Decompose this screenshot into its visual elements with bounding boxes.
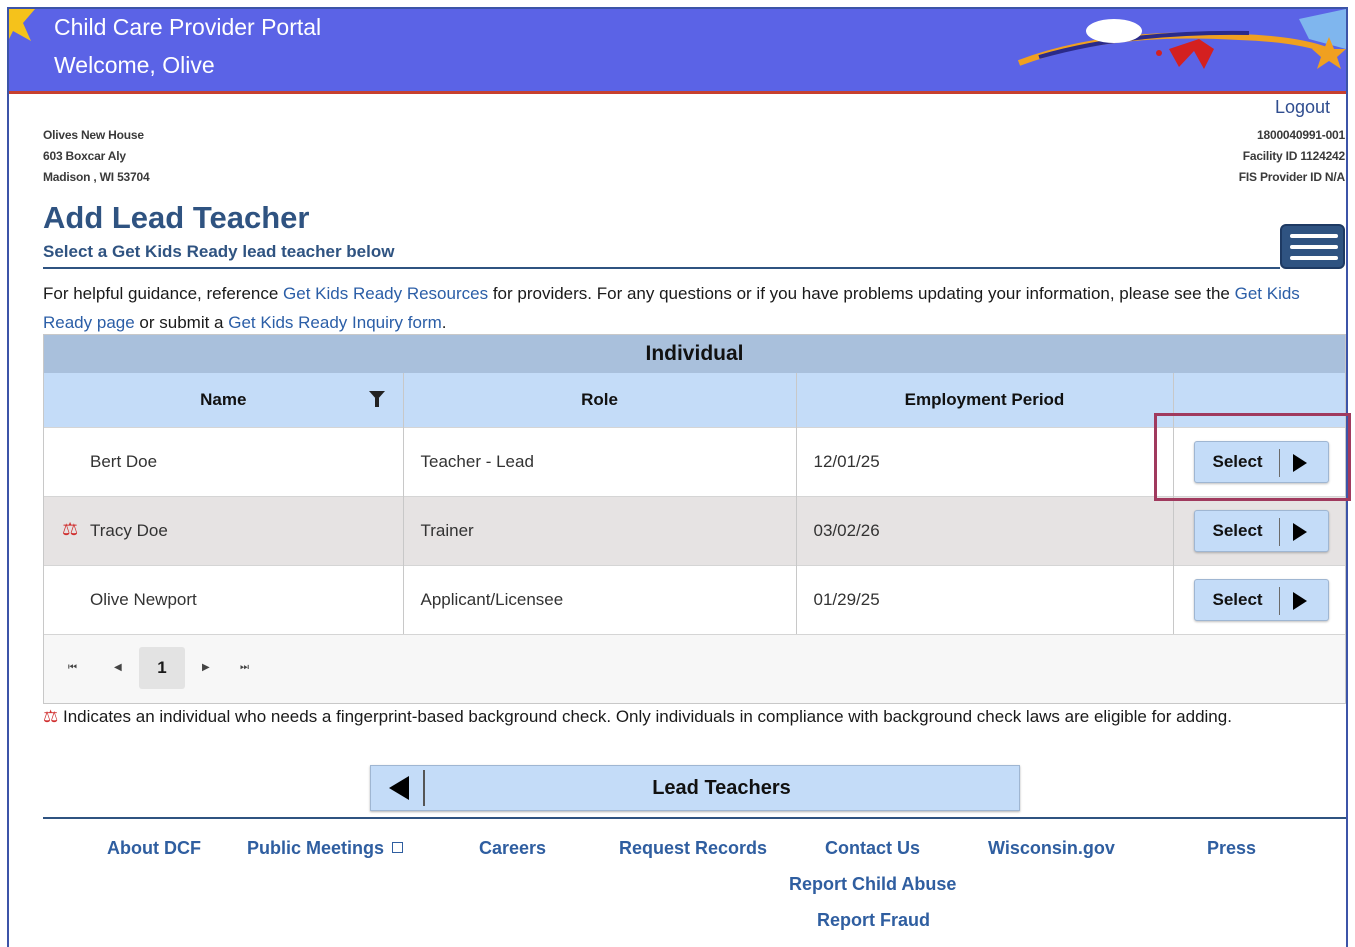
column-header-employment-period[interactable]: Employment Period <box>796 373 1174 428</box>
facility-id: Facility ID 1124242 <box>1242 149 1345 163</box>
column-label: Employment Period <box>904 390 1065 409</box>
portal-banner: Child Care Provider Portal Welcome, Oliv… <box>9 9 1346 94</box>
menu-bar <box>1290 256 1338 260</box>
welcome-text: Welcome, Olive <box>54 52 215 78</box>
cell-employment-period: 12/01/25 <box>796 427 1174 497</box>
page-title: Add Lead Teacher <box>43 200 310 235</box>
sun-shape <box>9 9 35 41</box>
cell-name: Olive Newport <box>44 565 404 634</box>
lead-teachers-back-button[interactable]: Lead Teachers <box>370 765 1020 811</box>
page-subtitle: Select a Get Kids Ready lead teacher bel… <box>43 242 395 261</box>
portal-title: Child Care Provider Portal <box>54 14 322 40</box>
provider-city: Madison , WI 53704 <box>43 170 150 184</box>
column-label: Role <box>581 390 618 409</box>
menu-bar <box>1290 245 1338 249</box>
back-button-label: Lead Teachers <box>652 777 791 799</box>
individual-grid: Individual Name Role Employment Period B… <box>43 334 1346 704</box>
table-header-row: Name Role Employment Period <box>44 373 1345 428</box>
table-row: ⚖ Tracy Doe Trainer 03/02/26 Select <box>44 496 1345 566</box>
cell-role: Applicant/Licensee <box>403 565 797 634</box>
cell-action: Select <box>1173 565 1345 634</box>
last-page-icon[interactable]: ⏭ <box>240 662 249 673</box>
get-kids-ready-resources-link[interactable]: Get Kids Ready Resources <box>283 284 488 303</box>
title-divider <box>43 267 1280 269</box>
intro-text: For helpful guidance, reference Get Kids… <box>43 279 1303 337</box>
cell-role: Teacher - Lead <box>403 427 797 497</box>
cell-name: Bert Doe <box>44 427 404 497</box>
footer-link-press[interactable]: Press <box>1207 838 1256 859</box>
provider-number: 1800040991-001 <box>1257 128 1345 142</box>
table-row: Olive Newport Applicant/Licensee 01/29/2… <box>44 565 1345 634</box>
select-label: Select <box>1212 590 1263 609</box>
intro-part: For helpful guidance, reference <box>43 284 284 303</box>
footer-link-careers[interactable]: Careers <box>479 838 546 859</box>
fingerprint-check-icon: ⚖ <box>43 707 59 726</box>
back-arrow-icon <box>389 776 409 800</box>
play-arrow-icon <box>1292 523 1307 541</box>
grid-caption: Individual <box>44 335 1345 373</box>
provider-address: Olives New House 603 Boxcar Aly Madison … <box>43 125 150 188</box>
get-kids-ready-inquiry-form-link[interactable]: Get Kids Ready Inquiry form <box>228 313 442 332</box>
select-highlight-box <box>1154 413 1351 501</box>
menu-bar <box>1290 234 1338 238</box>
next-page-icon[interactable]: ▶ <box>202 662 210 673</box>
intro-part: . <box>441 313 447 332</box>
select-button[interactable]: Select <box>1193 579 1329 621</box>
grid-pager: ⏮ ◀ 1 ▶ ⏭ <box>44 634 1345 703</box>
footer-link-about-dcf[interactable]: About DCF <box>107 838 201 859</box>
column-label: Name <box>200 390 247 409</box>
provider-ids: 1800040991-001 Facility ID 1124242 FIS P… <box>1239 125 1345 188</box>
hand-white <box>1086 19 1142 43</box>
hamburger-menu-button[interactable] <box>1280 224 1345 269</box>
fingerprint-note: ⚖ Indicates an individual who needs a fi… <box>43 702 1343 731</box>
cell-employment-period: 01/29/25 <box>796 565 1174 634</box>
cell-role: Trainer <box>403 496 797 566</box>
filter-icon[interactable] <box>368 391 385 407</box>
button-divider <box>1278 518 1280 546</box>
footer-link-report-fraud[interactable]: Report Fraud <box>817 910 930 931</box>
first-page-icon[interactable]: ⏮ <box>68 662 77 673</box>
cell-action: Select <box>1173 496 1345 566</box>
footer-link-wisconsin-gov[interactable]: Wisconsin.gov <box>988 838 1115 859</box>
footer-link-label: Public Meetings <box>247 838 385 858</box>
previous-page-icon[interactable]: ◀ <box>114 662 122 673</box>
fingerprint-check-icon: ⚖ <box>62 519 79 539</box>
intro-part: for providers. For any questions or if y… <box>488 284 1235 303</box>
provider-name: Olives New House <box>43 128 144 142</box>
footer-link-request-records[interactable]: Request Records <box>619 838 767 859</box>
dot-red <box>1156 50 1162 56</box>
select-label: Select <box>1212 521 1263 540</box>
cell-name: ⚖ Tracy Doe <box>44 496 404 566</box>
provider-street: 603 Boxcar Aly <box>43 149 126 163</box>
footer-link-contact-us[interactable]: Contact Us <box>825 838 920 859</box>
cell-name-text: Tracy Doe <box>90 521 168 540</box>
current-page-button[interactable]: 1 <box>139 647 185 689</box>
button-divider <box>1278 587 1280 615</box>
intro-part: or submit a <box>134 313 229 332</box>
play-arrow-icon <box>1292 592 1307 610</box>
footer-link-report-child-abuse[interactable]: Report Child Abuse <box>789 874 956 895</box>
column-header-name[interactable]: Name <box>44 373 404 428</box>
column-header-role[interactable]: Role <box>403 373 797 428</box>
cell-employment-period: 03/02/26 <box>796 496 1174 566</box>
logout-link[interactable]: Logout <box>1275 97 1330 118</box>
lead-teacher-table: Name Role Employment Period Bert Doe Tea… <box>44 373 1345 634</box>
fis-provider-id: FIS Provider ID N/A <box>1238 170 1345 184</box>
table-row: Bert Doe Teacher - Lead 12/01/25 Select <box>44 427 1345 497</box>
footer-divider <box>43 817 1346 819</box>
note-text: Indicates an individual who needs a fing… <box>58 707 1232 726</box>
select-button[interactable]: Select <box>1193 510 1329 552</box>
hand-red <box>1169 39 1214 69</box>
external-link-icon <box>392 842 404 853</box>
footer-link-public-meetings[interactable]: Public Meetings <box>247 838 404 859</box>
